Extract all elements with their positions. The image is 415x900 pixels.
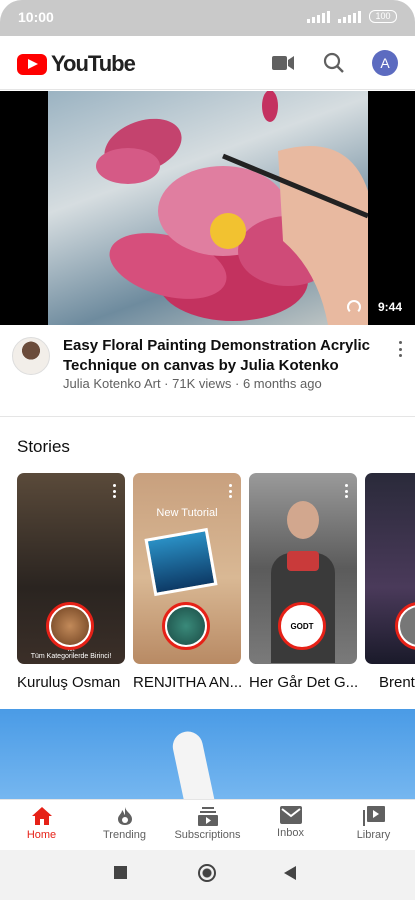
nav-trending[interactable]: Trending xyxy=(83,800,166,850)
flame-icon xyxy=(117,807,132,825)
status-bar: 10:00 100 xyxy=(0,0,415,36)
back-icon[interactable] xyxy=(284,866,296,880)
nav-home[interactable]: Home xyxy=(0,800,83,850)
next-video-thumbnail[interactable] xyxy=(0,709,415,801)
painting-thumbnail xyxy=(144,527,218,597)
channel-name[interactable]: Julia Kotenko Art xyxy=(63,376,161,391)
account-button[interactable]: A xyxy=(370,48,400,78)
story-more-icon[interactable] xyxy=(113,484,117,498)
stories-heading: Stories xyxy=(17,437,70,456)
search-icon xyxy=(323,52,344,73)
flower-illustration xyxy=(96,91,369,325)
logo-text: YouTube xyxy=(51,51,136,76)
story-channel-avatar xyxy=(162,602,210,650)
status-time: 10:00 xyxy=(18,9,54,25)
story-card[interactable]: GODT Her Går Det G... xyxy=(249,473,357,691)
airplane-illustration xyxy=(170,728,216,801)
story-card[interactable]: İlk Tüm Kategorilerde Birinci! Kuruluş O… xyxy=(17,473,125,691)
story-thumbnail: GODT xyxy=(249,473,357,664)
nav-inbox-label: Inbox xyxy=(277,827,304,839)
video-meta: Easy Floral Painting Demonstration Acryl… xyxy=(0,325,415,417)
account-avatar: A xyxy=(372,50,398,76)
bowtie-illustration xyxy=(287,551,319,571)
stories-carousel[interactable]: İlk Tüm Kategorilerde Birinci! Kuruluş O… xyxy=(17,473,415,703)
story-thumbnail: İlk Tüm Kategorilerde Birinci! xyxy=(17,473,125,664)
story-more-icon[interactable] xyxy=(345,484,349,498)
story-channel-name: Kuruluş Osman xyxy=(17,674,121,691)
video-subtitle: Julia Kotenko Art · 71K views · 6 months… xyxy=(63,376,322,391)
video-duration: 9:44 xyxy=(372,297,407,317)
play-logo-icon xyxy=(17,53,47,75)
signal-icon xyxy=(307,10,330,23)
nav-subscriptions[interactable]: Subscriptions xyxy=(166,800,249,850)
channel-avatar[interactable] xyxy=(12,337,50,375)
nav-trending-label: Trending xyxy=(102,829,146,841)
story-channel-name: Brent xyxy=(379,674,415,691)
painting-thumbnail xyxy=(48,91,369,325)
story-more-icon[interactable] xyxy=(229,484,233,498)
loading-icon xyxy=(347,300,361,314)
subscriptions-icon xyxy=(197,807,218,826)
home-system-icon[interactable] xyxy=(198,864,216,882)
nav-subscriptions-label: Subscriptions xyxy=(174,829,241,841)
video-thumbnail[interactable]: 9:44 xyxy=(0,91,415,325)
story-card[interactable]: Brent xyxy=(365,473,415,691)
video-camera-icon xyxy=(272,56,294,70)
home-icon xyxy=(31,807,52,825)
view-count: 71K views xyxy=(172,376,232,391)
story-thumbnail: New Tutorial xyxy=(133,473,241,664)
search-button[interactable] xyxy=(319,48,349,78)
battery-icon: 100 xyxy=(369,10,397,23)
story-thumbnail xyxy=(365,473,415,664)
bottom-navigation: Home Trending Subscriptions Inbox Librar… xyxy=(0,799,415,850)
upload-age: 6 months ago xyxy=(242,376,322,391)
status-icons: 100 xyxy=(307,10,397,23)
app-bar: YouTube A xyxy=(0,36,415,90)
nav-inbox[interactable]: Inbox xyxy=(249,800,332,850)
camera-button[interactable] xyxy=(268,48,298,78)
story-overlay-text: New Tutorial xyxy=(156,507,218,519)
story-card[interactable]: New Tutorial RENJITHA AN... xyxy=(133,473,241,691)
nav-home-label: Home xyxy=(26,829,57,841)
story-channel-avatar xyxy=(395,602,415,650)
signal-icon xyxy=(338,10,361,23)
recents-icon[interactable] xyxy=(114,866,127,879)
system-navigation-bar xyxy=(0,850,415,900)
inbox-icon xyxy=(279,806,302,824)
more-options-icon[interactable] xyxy=(393,339,407,359)
story-channel-avatar xyxy=(46,602,94,650)
person-illustration xyxy=(287,501,319,539)
youtube-logo[interactable]: YouTube xyxy=(17,51,136,77)
nav-library-label: Library xyxy=(356,829,391,841)
nav-library[interactable]: Library xyxy=(332,800,415,850)
story-channel-avatar: GODT xyxy=(278,602,326,650)
story-channel-name: RENJITHA AN... xyxy=(133,674,241,691)
video-title[interactable]: Easy Floral Painting Demonstration Acryl… xyxy=(63,336,373,376)
library-icon xyxy=(362,806,385,826)
story-channel-name: Her Går Det G... xyxy=(249,674,357,691)
